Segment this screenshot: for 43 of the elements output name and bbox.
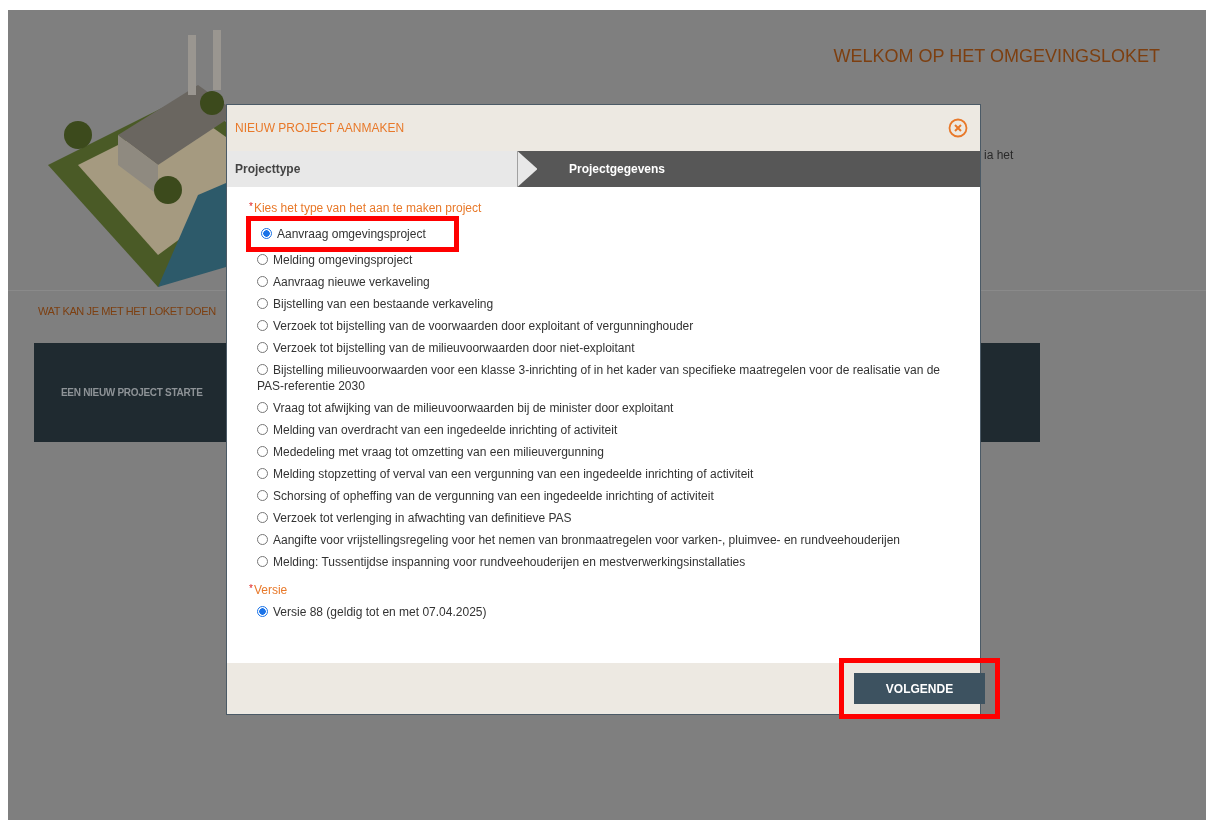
radio-button[interactable] bbox=[257, 276, 268, 287]
radio-option[interactable]: Melding stopzetting of verval van een vergunning van een ingedeelde inrichting of activiteit bbox=[249, 463, 958, 485]
radio-button[interactable] bbox=[257, 606, 268, 617]
radio-button[interactable] bbox=[257, 342, 268, 353]
radio-button[interactable] bbox=[257, 490, 268, 501]
radio-option[interactable]: Verzoek tot bijstelling van de milieuvoorwaarden door niet-exploitant bbox=[249, 337, 958, 359]
radio-option[interactable]: Versie 88 (geldig tot en met 07.04.2025) bbox=[249, 601, 958, 623]
section-heading: WAT KAN JE MET HET LOKET DOEN bbox=[38, 305, 216, 317]
next-button[interactable]: VOLGENDE bbox=[854, 673, 985, 704]
radio-option[interactable]: Vraag tot afwijking van de milieuvoorwaarden bij de minister door exploitant bbox=[249, 397, 958, 419]
radio-button[interactable] bbox=[257, 446, 268, 457]
field-label: Versie bbox=[253, 583, 288, 597]
radio-button[interactable] bbox=[257, 298, 268, 309]
radio-option[interactable]: Melding: Tussentijdse inspanning voor rundveehouderijen en mestverwerkingsinstallaties bbox=[249, 551, 958, 573]
radio-option[interactable]: Aangifte voor vrijstellingsregeling voor het nemen van bronmaatregelen voor varken-, pluimvee- en rundveehouderijen bbox=[249, 529, 958, 551]
radio-option[interactable]: Mededeling met vraag tot omzetting van een milieuvergunning bbox=[249, 441, 958, 463]
field-label: Kies het type van het aan te maken project bbox=[253, 201, 482, 215]
radio-button[interactable] bbox=[257, 512, 268, 523]
radio-option[interactable]: Bijstelling milieuvoorwaarden voor een klasse 3-inrichting of in het kader van specifieke maatregelen voor de realisatie van de PAS-referentie 2030 bbox=[249, 359, 958, 397]
radio-option[interactable]: Melding van overdracht van een ingedeelde inrichting of activiteit bbox=[249, 419, 958, 441]
dialog-title: NIEUW PROJECT AANMAKEN bbox=[235, 121, 405, 135]
radio-button[interactable] bbox=[257, 534, 268, 545]
radio-option[interactable]: Aanvraag nieuwe verkaveling bbox=[249, 271, 958, 293]
close-icon[interactable] bbox=[948, 118, 968, 138]
card-label: EEN NIEUW PROJECT STARTE bbox=[61, 387, 203, 398]
radio-option[interactable]: Verzoek tot verlenging in afwachting van definitieve PAS bbox=[249, 507, 958, 529]
radio-option[interactable]: Bijstelling van een bestaande verkaveling bbox=[249, 293, 958, 315]
intro-text: ia het bbox=[984, 148, 1014, 162]
radio-button[interactable] bbox=[261, 228, 272, 239]
required-marker: * bbox=[249, 201, 253, 212]
radio-option[interactable]: Aanvraag omgevingsproject bbox=[253, 223, 452, 245]
radio-button[interactable] bbox=[257, 424, 268, 435]
radio-button[interactable] bbox=[257, 468, 268, 479]
radio-option[interactable]: Melding omgevingsproject bbox=[249, 249, 958, 271]
radio-option[interactable]: Schorsing of opheffing van de vergunning van een ingedeelde inrichting of activiteit bbox=[249, 485, 958, 507]
radio-button[interactable] bbox=[257, 320, 268, 331]
radio-option[interactable]: Verzoek tot bijstelling van de voorwaarden door exploitant of vergunninghouder bbox=[249, 315, 958, 337]
radio-button[interactable] bbox=[257, 254, 268, 265]
radio-button[interactable] bbox=[257, 556, 268, 567]
radio-button[interactable] bbox=[257, 364, 268, 375]
required-marker: * bbox=[249, 583, 253, 594]
radio-button[interactable] bbox=[257, 402, 268, 413]
page-title: WELKOM OP HET OMGEVINGSLOKET bbox=[833, 46, 1160, 67]
